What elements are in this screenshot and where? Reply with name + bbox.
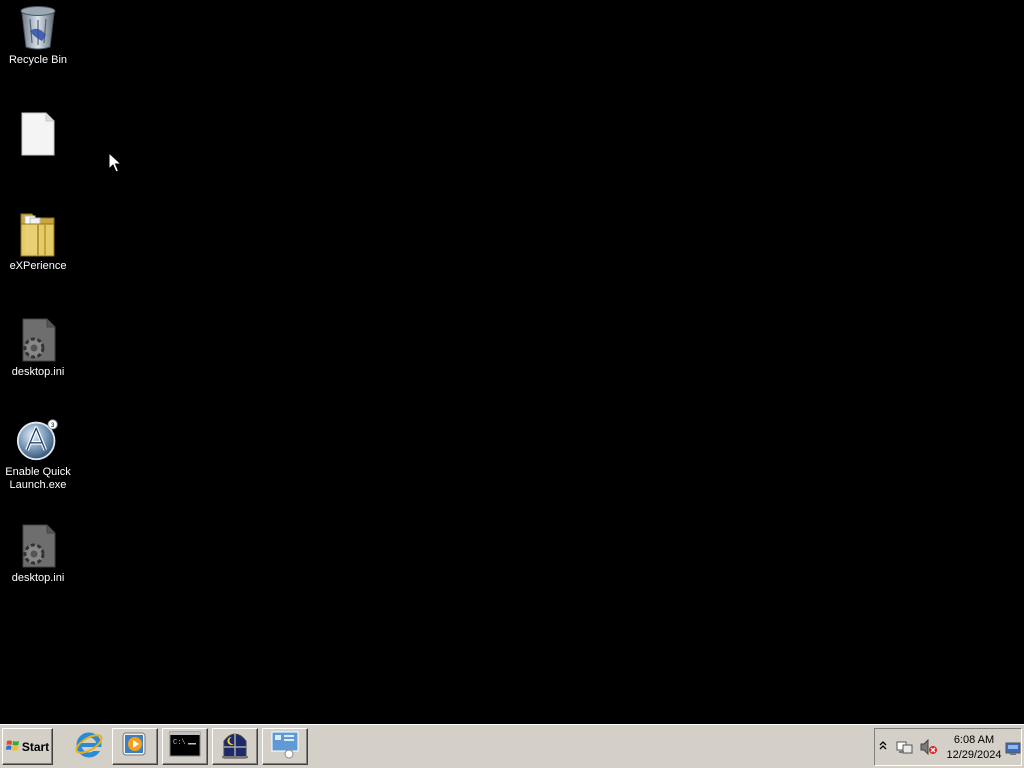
moon-window-icon (221, 729, 249, 764)
start-label: Start (21, 739, 50, 754)
quick-launch-network-monitor[interactable] (262, 728, 308, 765)
settings-file-icon[interactable] (16, 318, 60, 362)
desktop[interactable]: Recycle Bin eXPerience desktop.ini 3 Ena… (0, 0, 1024, 724)
desktop-ini-label: desktop.ini (11, 366, 65, 378)
show-desktop-icon[interactable] (1005, 742, 1021, 761)
quick-launch-media-player[interactable] (112, 728, 158, 765)
settings-file-icon[interactable] (16, 524, 60, 568)
autoit-executable-icon[interactable]: 3 (16, 418, 60, 462)
blank-document-icon[interactable] (16, 112, 60, 156)
quick-launch-internet-explorer[interactable] (66, 728, 112, 765)
internet-explorer-icon (74, 729, 104, 764)
recycle-bin-icon[interactable] (16, 6, 60, 50)
enable-quick-launch-item[interactable]: 3 Enable Quick Launch.exe (0, 418, 76, 492)
desktop-ini-label: desktop.ini (11, 572, 65, 584)
taskbar: Start C:\ 6:08 AM 12/29/2024 (0, 724, 1024, 768)
clock-date[interactable]: 12/29/2024 (943, 749, 1005, 761)
windows-logo-icon (5, 739, 20, 755)
experience-folder-label: eXPerience (9, 260, 67, 272)
blank-file-item[interactable] (0, 112, 76, 160)
network-monitor-icon (269, 729, 301, 764)
recycle-bin-label: Recycle Bin (8, 54, 68, 66)
media-player-icon (121, 730, 149, 763)
recycle-bin-icon-item[interactable]: Recycle Bin (0, 6, 76, 67)
quick-launch-moon-window[interactable] (212, 728, 258, 765)
system-tray: 6:08 AM 12/29/2024 (874, 728, 1022, 766)
volume-muted-icon[interactable] (920, 738, 938, 760)
experience-folder-item[interactable]: eXPerience (0, 212, 76, 273)
start-button[interactable]: Start (2, 728, 53, 765)
svg-text:3: 3 (51, 422, 55, 429)
clock-time[interactable]: 6:08 AM (945, 734, 1003, 746)
desktop-ini-item[interactable]: desktop.ini (0, 524, 76, 585)
network-status-icon[interactable] (896, 739, 914, 760)
desktop-ini-item[interactable]: desktop.ini (0, 318, 76, 379)
folder-icon[interactable] (16, 212, 60, 257)
mouse-cursor-icon (108, 151, 123, 179)
quick-launch-command-prompt[interactable]: C:\ (162, 728, 208, 765)
enable-quick-launch-label: Enable Quick Launch.exe (5, 466, 71, 491)
show-hidden-icons-icon[interactable] (879, 740, 887, 752)
command-prompt-icon: C:\ (169, 731, 201, 762)
svg-text:C:\: C:\ (173, 739, 186, 747)
